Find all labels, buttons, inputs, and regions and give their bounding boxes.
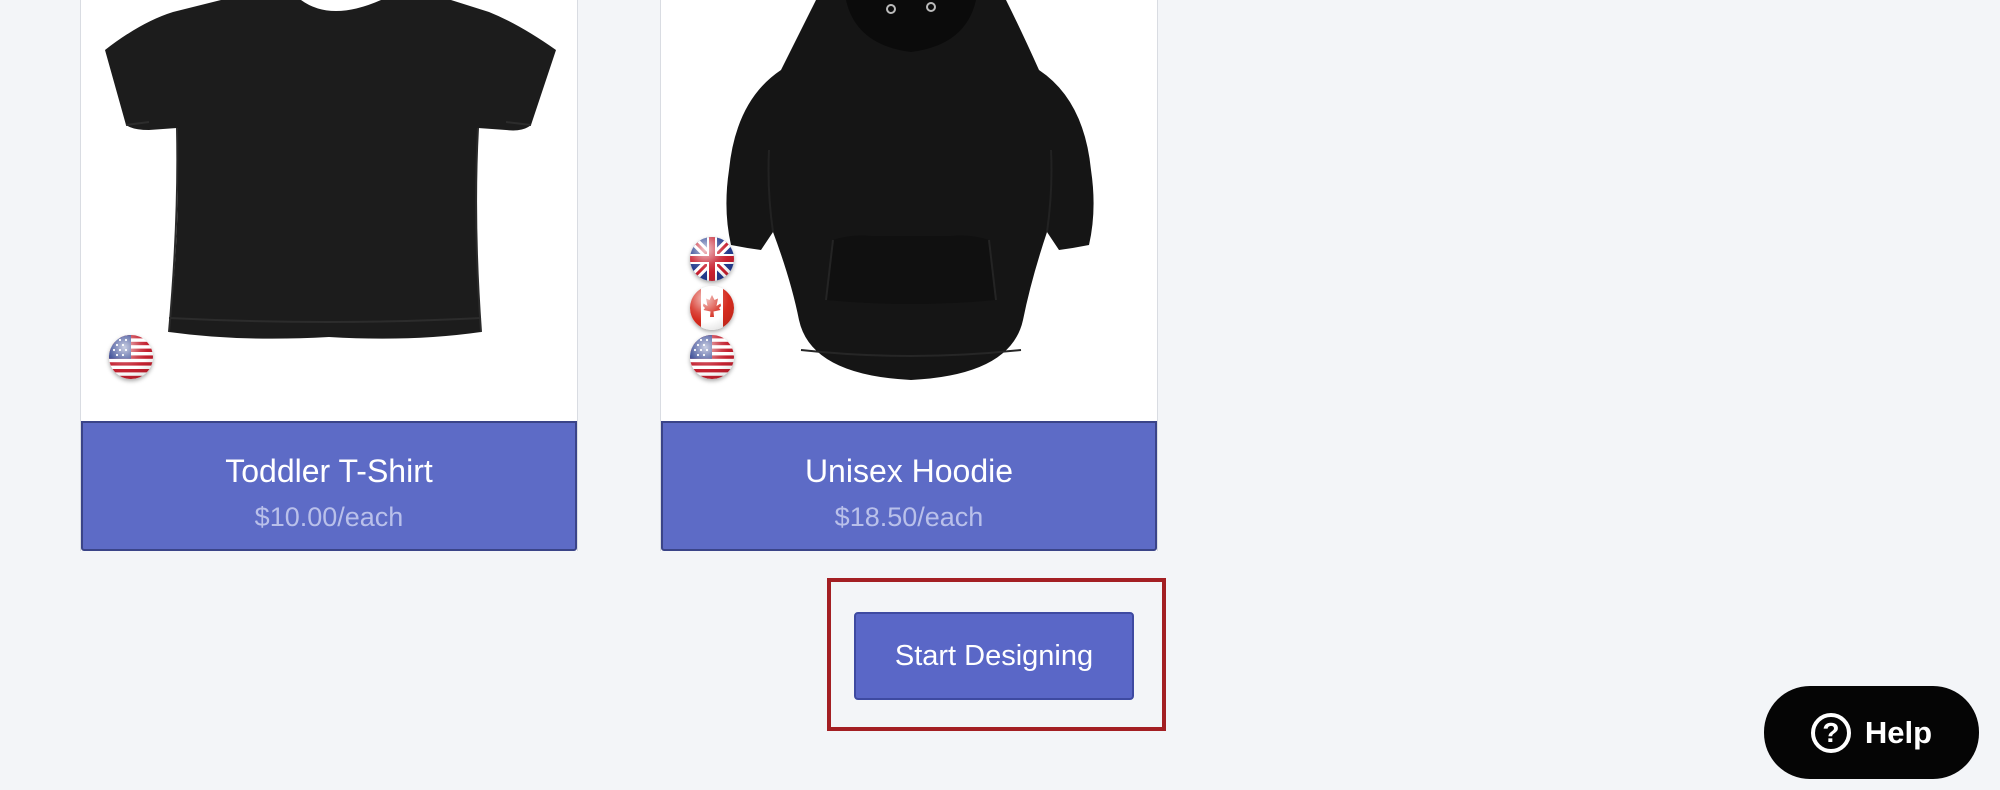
unisex-hoodie-image[interactable] bbox=[661, 0, 1157, 422]
toddler-tshirt-image[interactable] bbox=[81, 0, 577, 422]
us-flag-icon bbox=[109, 335, 153, 379]
product-name: Unisex Hoodie bbox=[804, 453, 1014, 489]
product-price: $10.00/each bbox=[254, 502, 404, 532]
start-designing-button[interactable]: Start Designing bbox=[854, 612, 1134, 700]
product-name: Toddler T-Shirt bbox=[225, 453, 433, 489]
product-footer[interactable]: Unisex Hoodie $18.50/each bbox=[661, 421, 1157, 551]
canada-flag-icon bbox=[690, 286, 734, 330]
question-circle-icon: ? bbox=[1810, 712, 1851, 753]
uk-flag-icon bbox=[690, 237, 734, 281]
help-button[interactable]: ? Help bbox=[1764, 686, 1979, 779]
product-price: $18.50/each bbox=[834, 502, 984, 532]
product-card-unisex-hoodie[interactable]: Unisex Hoodie $18.50/each bbox=[660, 0, 1158, 551]
product-footer[interactable]: Toddler T-Shirt $10.00/each bbox=[81, 421, 577, 551]
product-card-toddler-tshirt[interactable]: Toddler T-Shirt $10.00/each bbox=[80, 0, 578, 551]
us-flag-icon bbox=[690, 335, 734, 379]
help-label: Help bbox=[1864, 714, 1933, 750]
